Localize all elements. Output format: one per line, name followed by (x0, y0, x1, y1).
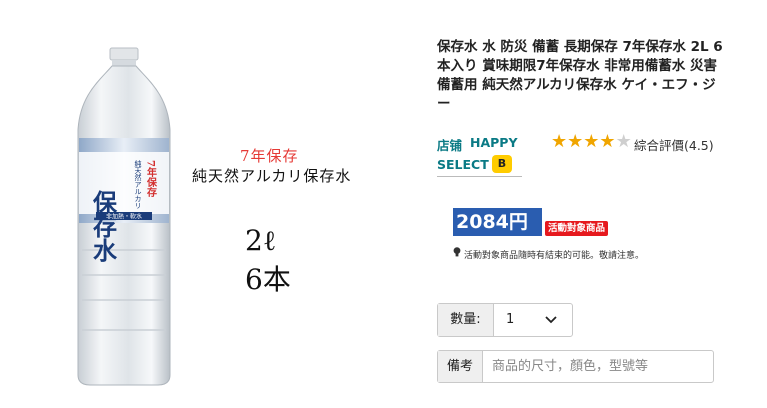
chevron-down-icon[interactable] (544, 315, 558, 325)
product-title: 保存水 水 防災 備蓄 長期保存 7年保存水 2L 6本入り 賞味期限7年保存水… (437, 39, 723, 112)
promo-description-text: 純天然アルカリ保存水 (192, 167, 352, 185)
remark-field: 備考 (437, 350, 717, 383)
bottle-label-main: 保存水 (89, 190, 118, 263)
store-link-underline (437, 176, 522, 177)
star-icon: ★ (551, 131, 568, 152)
rating-text: 綜合評價(4.5) (634, 138, 714, 153)
promo-years-text: 7年保存 (240, 147, 299, 165)
lightbulb-icon (453, 247, 461, 257)
quantity-label: 數量: (438, 304, 494, 336)
star-icon: ★ (583, 131, 600, 152)
rating-stars: ★★★★★ (551, 132, 632, 152)
store-label: 店铺 (437, 138, 463, 153)
price-note-text: 活動對象商品隨時有結束的可能。敬請注意。 (464, 251, 645, 261)
product-image[interactable]: 保存水 純天然アルカリ 7年保存 非加熱・軟水 7年保存 純天然アルカリ保存水 … (0, 0, 420, 404)
star-icon: ★ (567, 131, 584, 152)
event-badge: 活動對象商品 (545, 221, 609, 236)
star-icon: ★ (599, 131, 616, 152)
bottle-label-bottom: 非加熱・軟水 (106, 213, 142, 221)
store-name-link[interactable]: HAPPY (470, 135, 518, 150)
quantity-select[interactable]: 數量: 1 (437, 303, 573, 337)
remark-label: 備考 (438, 351, 483, 382)
promo-volume-text: 2ℓ (245, 224, 277, 257)
store-grade-badge: B (492, 155, 512, 173)
store-name-link-line2[interactable]: SELECT (437, 157, 489, 172)
star-empty-icon: ★ (615, 131, 632, 152)
price-value: 2084円 (453, 208, 542, 236)
water-bottle-illustration: 保存水 純天然アルカリ 7年保存 非加熱・軟水 (77, 47, 171, 386)
bottle-label-side: 純天然アルカリ (134, 159, 142, 209)
remark-input[interactable] (484, 351, 717, 382)
quantity-value[interactable]: 1 (506, 304, 514, 336)
promo-count-text: 6本 (245, 263, 291, 296)
